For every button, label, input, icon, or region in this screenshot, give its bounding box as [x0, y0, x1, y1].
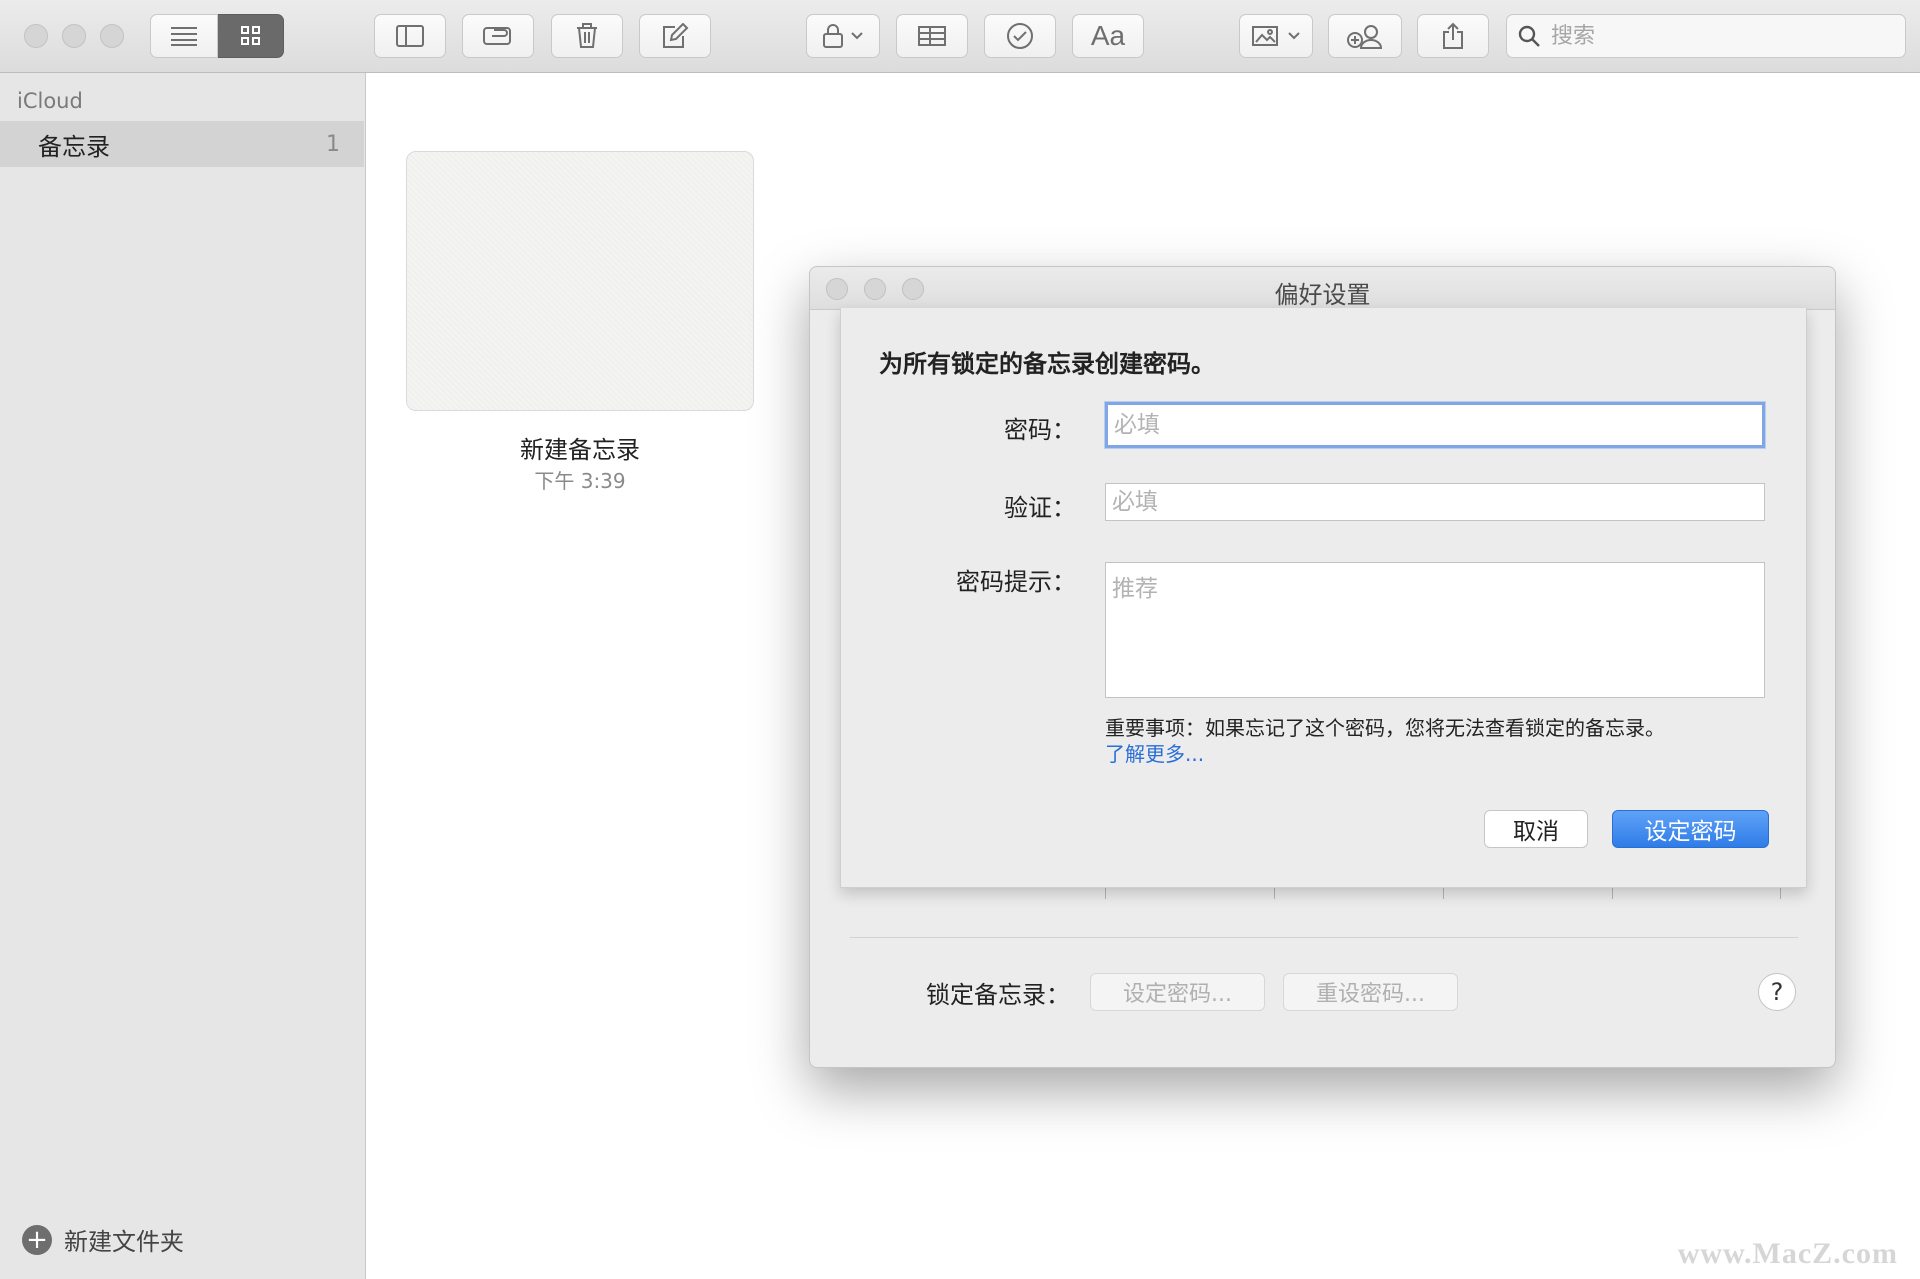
new-folder-button[interactable]: + 新建文件夹: [22, 1222, 184, 1257]
learn-more-link[interactable]: 了解更多...: [1105, 738, 1204, 767]
sidebar-item-notes[interactable]: 备忘录 1: [0, 121, 364, 167]
lock-notes-label: 锁定备忘录：: [926, 981, 1070, 1009]
list-view-button[interactable]: [150, 14, 218, 58]
table-icon: [918, 26, 946, 46]
list-icon: [171, 27, 197, 46]
checklist-button[interactable]: [984, 14, 1056, 58]
verify-field[interactable]: [1105, 483, 1765, 521]
slider-tick: [1780, 887, 1781, 899]
create-password-sheet: 为所有锁定的备忘录创建密码。 密码： 验证： 密码提示： 重要事项：如果忘记了这…: [840, 308, 1807, 888]
slider-tick: [1612, 887, 1613, 899]
minimize-window-button[interactable]: [62, 24, 86, 48]
toolbar: Aa: [0, 0, 1920, 73]
slider-tick: [1443, 887, 1444, 899]
warning-text: 重要事项：如果忘记了这个密码，您将无法查看锁定的备忘录。: [1105, 716, 1665, 740]
compose-icon: [663, 23, 689, 48]
view-mode-toggle: [150, 14, 284, 58]
attachments-icon: [483, 27, 511, 45]
format-button[interactable]: Aa: [1072, 14, 1144, 58]
note-title[interactable]: 新建备忘录: [406, 430, 754, 465]
checkmark-circle-icon: [1007, 23, 1033, 49]
share-button[interactable]: [1417, 14, 1489, 58]
password-label: 密码：: [1004, 416, 1076, 444]
help-button[interactable]: ?: [1758, 973, 1796, 1011]
sheet-heading: 为所有锁定的备忘录创建密码。: [879, 350, 1215, 378]
plus-circle-icon: +: [22, 1224, 52, 1255]
zoom-window-button[interactable]: [100, 24, 124, 48]
cancel-button[interactable]: 取消: [1484, 810, 1588, 848]
preferences-title: 偏好设置: [1274, 281, 1371, 309]
slider-tick: [1105, 887, 1106, 899]
note-time: 下午 3:39: [534, 469, 626, 493]
search-input[interactable]: [1549, 22, 1893, 50]
sidebar: iCloud 备忘录 1 + 新建文件夹: [0, 73, 366, 1279]
sidebar-item-count: 1: [326, 131, 340, 157]
note-thumbnail[interactable]: [406, 151, 754, 411]
delete-button[interactable]: [551, 14, 623, 58]
toggle-sidebar-button[interactable]: [374, 14, 446, 58]
sidebar-section-icloud: iCloud: [17, 89, 83, 113]
password-hint-field[interactable]: [1105, 562, 1765, 698]
divider: [850, 937, 1798, 938]
chevron-down-icon: [851, 32, 863, 40]
slider-tick: [1274, 887, 1275, 899]
sidebar-item-label: 备忘录: [38, 132, 110, 161]
watermark: www.MacZ.com: [1677, 1237, 1898, 1270]
verify-label: 验证：: [1004, 494, 1076, 522]
photo-icon: [1252, 26, 1278, 46]
grid-icon: [240, 26, 260, 45]
password-hint-label: 密码提示：: [956, 568, 1076, 596]
close-window-button[interactable]: [24, 24, 48, 48]
format-label: Aa: [1090, 20, 1126, 51]
attachments-button[interactable]: [462, 14, 534, 58]
lock-icon: [823, 24, 843, 48]
lock-menu-button[interactable]: [806, 14, 880, 58]
chevron-down-icon: [1288, 32, 1300, 40]
set-password-button[interactable]: 设定密码...: [1090, 973, 1265, 1011]
reset-password-button[interactable]: 重设密码...: [1283, 973, 1458, 1011]
confirm-set-password-button[interactable]: 设定密码: [1612, 810, 1769, 848]
compose-button[interactable]: [639, 14, 711, 58]
password-field[interactable]: [1105, 402, 1765, 448]
gallery-view-button[interactable]: [218, 14, 284, 58]
search-icon: [1518, 25, 1540, 47]
table-button[interactable]: [896, 14, 968, 58]
trash-icon: [577, 23, 597, 48]
share-icon: [1443, 22, 1463, 49]
search-field[interactable]: [1506, 14, 1906, 58]
preferences-titlebar[interactable]: 偏好设置: [810, 267, 1835, 310]
add-people-button[interactable]: [1328, 14, 1402, 58]
sidebar-icon: [396, 25, 424, 47]
media-menu-button[interactable]: [1239, 14, 1313, 58]
add-people-icon: [1347, 25, 1383, 49]
new-folder-label: 新建文件夹: [64, 1228, 184, 1256]
